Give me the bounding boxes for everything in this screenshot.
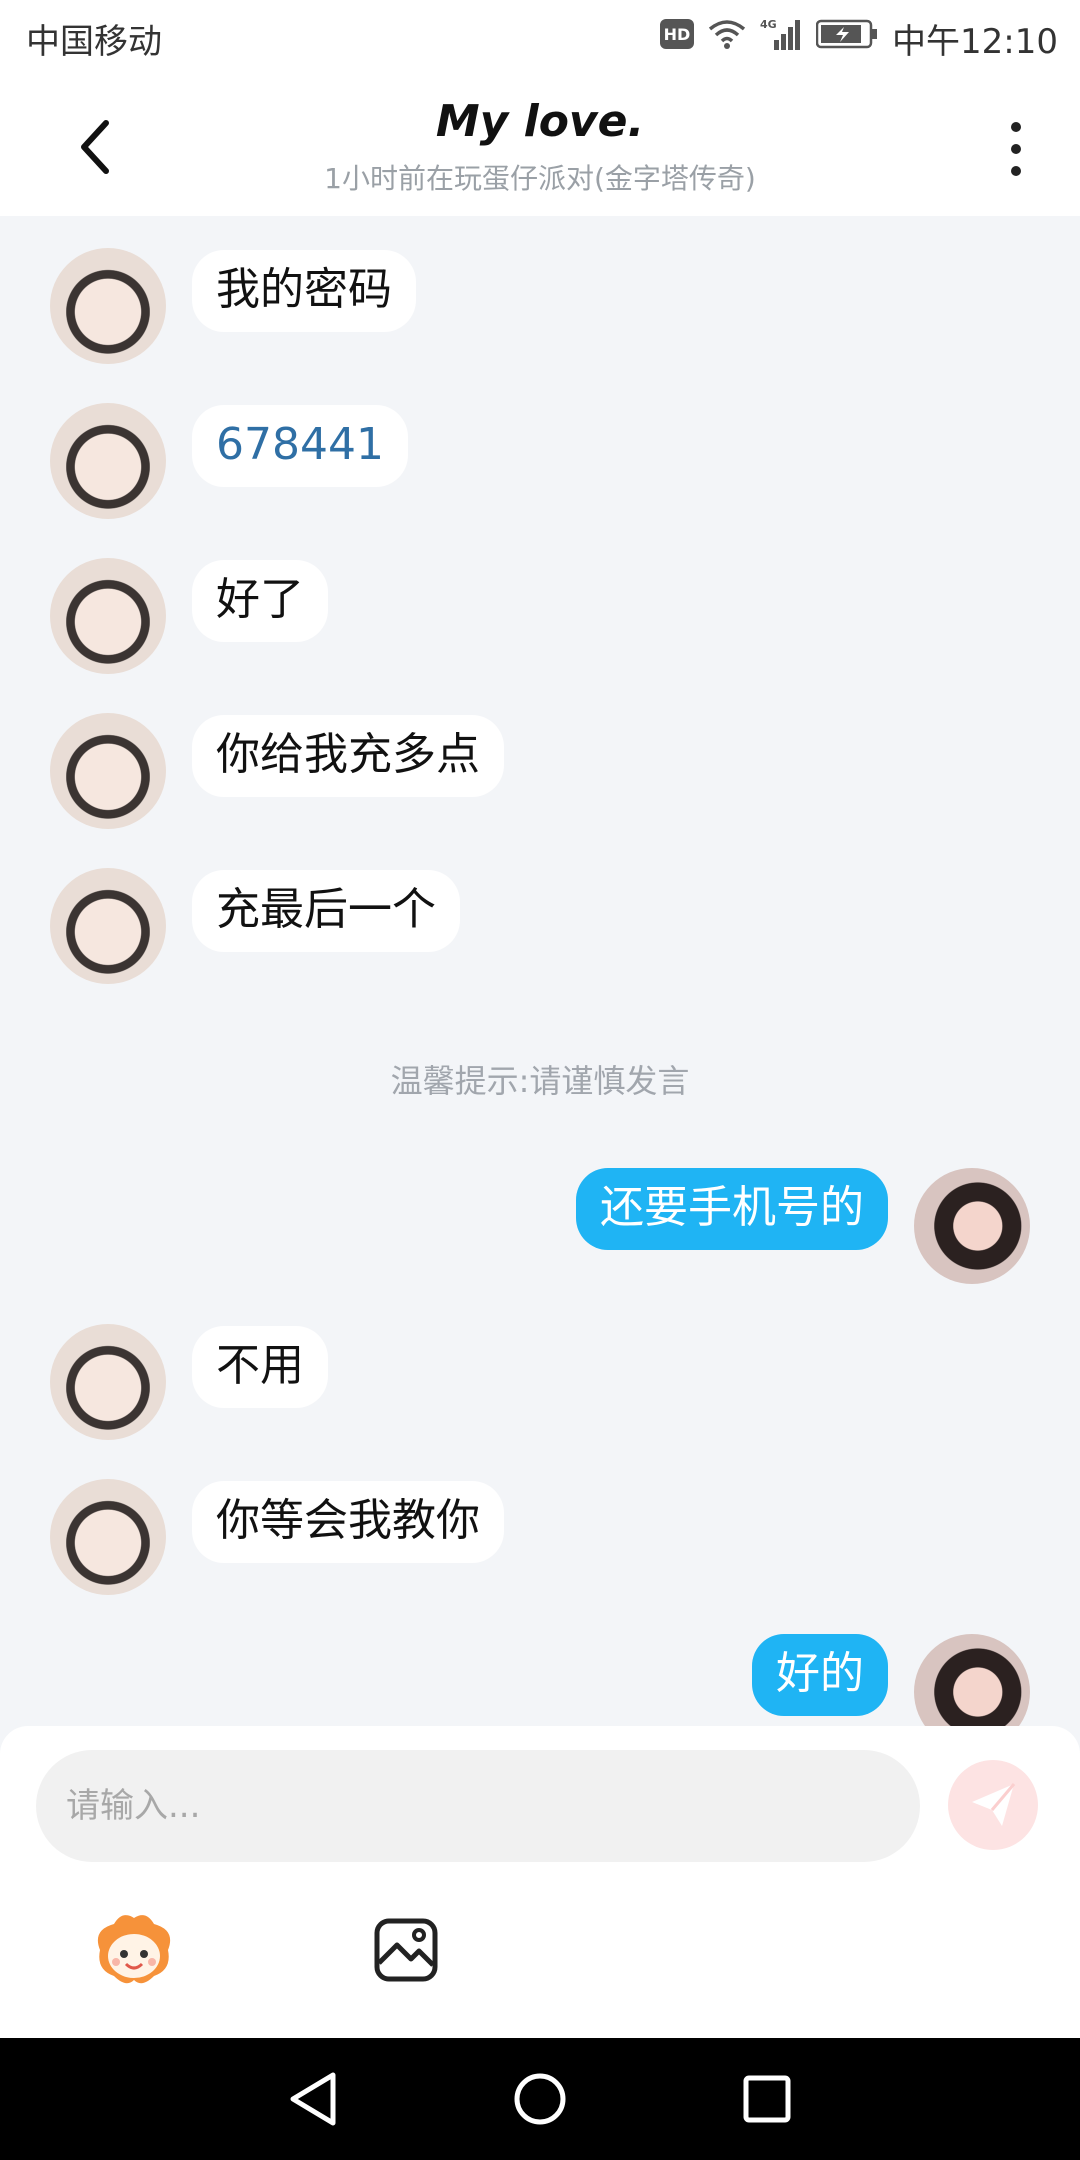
message-bubble[interactable]: 好的 bbox=[752, 1634, 888, 1716]
send-button[interactable] bbox=[948, 1760, 1038, 1850]
message-item: 充最后一个 bbox=[50, 868, 460, 984]
circle-home-icon bbox=[514, 2073, 566, 2125]
message-item: 我的密码 bbox=[50, 248, 416, 364]
message-item: 好了 bbox=[50, 558, 328, 674]
message-item: 不用 bbox=[50, 1324, 328, 1440]
contact-avatar[interactable] bbox=[50, 1324, 166, 1440]
contact-avatar[interactable] bbox=[50, 558, 166, 674]
image-icon bbox=[374, 1918, 438, 1982]
carrier-label: 中国移动 bbox=[26, 21, 162, 62]
title-block: My love. 1小时前在玩蛋仔派对(金字塔传奇) bbox=[0, 96, 1080, 197]
message-bubble[interactable]: 还要手机号的 bbox=[576, 1168, 888, 1250]
message-bubble[interactable]: 你等会我教你 bbox=[192, 1481, 504, 1563]
contact-status: 1小时前在玩蛋仔派对(金字塔传奇) bbox=[324, 162, 756, 195]
nav-home-button[interactable] bbox=[505, 2064, 575, 2134]
chat-screen: 中国移动 HD 4G 中午12:10 My love. 1小时前在玩蛋仔派对(金… bbox=[0, 0, 1080, 2160]
triangle-back-icon bbox=[290, 2072, 336, 2126]
message-item: 还要手机号的 bbox=[576, 1168, 1030, 1284]
message-bubble[interactable]: 好了 bbox=[192, 560, 328, 642]
system-navigation-bar bbox=[0, 2038, 1080, 2160]
composer bbox=[0, 1726, 1080, 2038]
more-dot bbox=[1011, 122, 1021, 132]
message-item: 你给我充多点 bbox=[50, 713, 504, 829]
chat-header: My love. 1小时前在玩蛋仔派对(金字塔传奇) bbox=[0, 76, 1080, 216]
nav-back-button[interactable] bbox=[278, 2064, 348, 2134]
contact-avatar[interactable] bbox=[50, 713, 166, 829]
message-item: 678441 bbox=[50, 403, 408, 519]
contact-avatar[interactable] bbox=[50, 403, 166, 519]
contact-avatar[interactable] bbox=[50, 248, 166, 364]
signal-icon: 4G bbox=[760, 18, 802, 59]
square-recent-icon bbox=[743, 2075, 791, 2123]
image-button[interactable] bbox=[364, 1908, 448, 1992]
message-bubble[interactable]: 你给我充多点 bbox=[192, 715, 504, 797]
safety-notice: 温馨提示:请谨慎发言 bbox=[390, 1062, 690, 1100]
battery-icon bbox=[815, 18, 878, 58]
message-bubble[interactable]: 充最后一个 bbox=[192, 870, 460, 952]
message-input[interactable] bbox=[36, 1750, 920, 1862]
mascot-emoji-icon bbox=[97, 1915, 171, 1984]
network-type: 4G bbox=[760, 18, 777, 31]
contact-avatar[interactable] bbox=[50, 1479, 166, 1595]
more-dot bbox=[1011, 144, 1021, 154]
message-item: 你等会我教你 bbox=[50, 1479, 504, 1595]
message-list[interactable]: 我的密码 678441 好了 你给我充多点 充最后一个 温馨提示:请谨慎发言 还… bbox=[0, 216, 1080, 1726]
wifi-icon bbox=[708, 18, 746, 58]
message-bubble[interactable]: 我的密码 bbox=[192, 250, 416, 332]
clock: 中午12:10 bbox=[892, 21, 1058, 62]
contact-name: My love. bbox=[435, 96, 645, 147]
hd-label: HD bbox=[664, 25, 691, 44]
message-bubble[interactable]: 不用 bbox=[192, 1326, 328, 1408]
my-avatar[interactable] bbox=[914, 1634, 1030, 1726]
nav-recent-button[interactable] bbox=[732, 2064, 802, 2134]
my-avatar[interactable] bbox=[914, 1168, 1030, 1284]
status-indicators: HD 4G 中午12:10 bbox=[660, 14, 1058, 63]
send-icon bbox=[972, 1783, 1016, 1826]
status-bar: 中国移动 HD 4G 中午12:10 bbox=[0, 0, 1080, 76]
more-dot bbox=[1011, 166, 1021, 176]
message-bubble[interactable]: 678441 bbox=[192, 405, 408, 487]
contact-avatar[interactable] bbox=[50, 868, 166, 984]
message-item: 好的 bbox=[752, 1634, 1030, 1726]
hd-icon: HD bbox=[660, 18, 695, 58]
emoji-button[interactable] bbox=[92, 1908, 176, 1992]
more-options-button[interactable] bbox=[996, 114, 1036, 184]
